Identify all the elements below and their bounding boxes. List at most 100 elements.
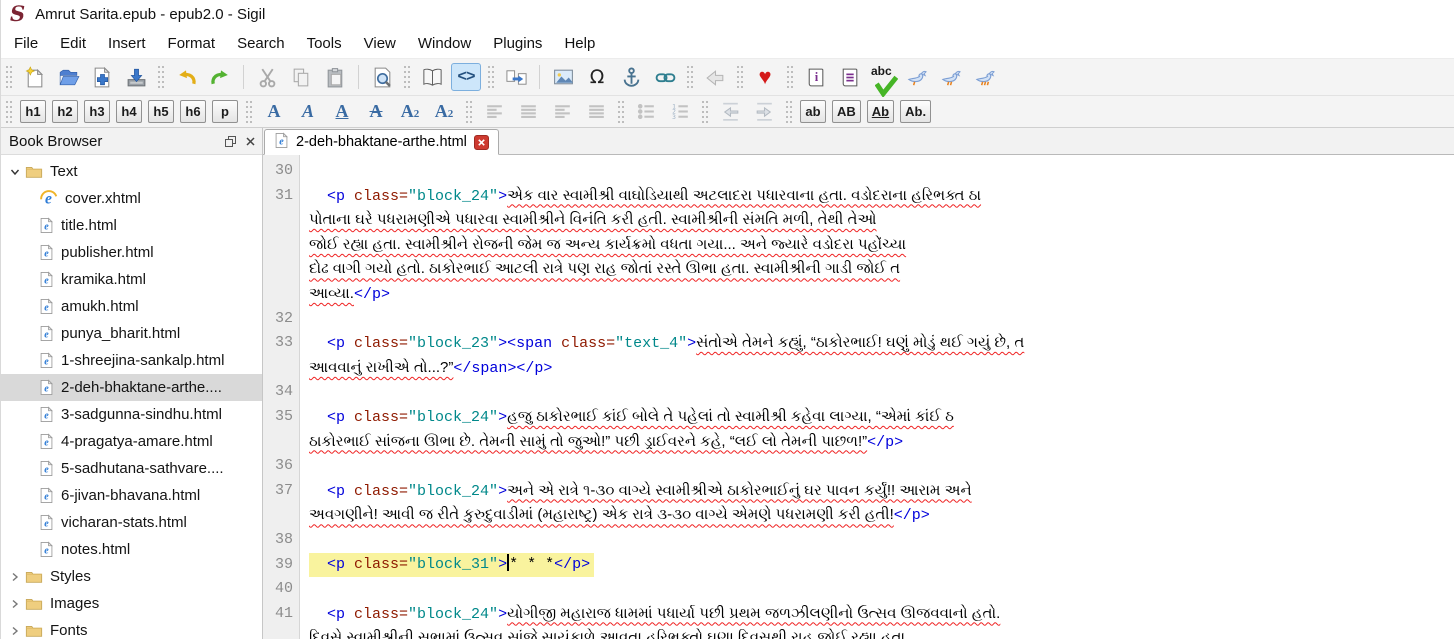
undo-icon[interactable] — [171, 63, 201, 91]
code-line-text[interactable]: જોઈ રહ્યા હતા. સ્વામીશ્રીને રોજની જેમ જ … — [300, 233, 906, 258]
tree-file-notes-html[interactable]: e notes.html — [1, 536, 262, 563]
code-line-text[interactable]: આવ્યા.</p> — [300, 282, 390, 307]
open-file-icon[interactable] — [53, 63, 83, 91]
window-title: Amrut Sarita.epub - epub2.0 - Sigil — [35, 5, 266, 23]
code-line-text[interactable] — [300, 454, 309, 479]
tab-2-deh-bhaktane-arthe[interactable]: e 2-deh-bhaktane-arthe.html — [264, 129, 499, 155]
tree-file-publisher-html[interactable]: e publisher.html — [1, 239, 262, 266]
heading-5-button[interactable]: h5 — [148, 100, 174, 123]
code-line-text[interactable]: <p class="block_24">હજુ ઠાકોરભાઈ કાંઈ બો… — [300, 405, 954, 430]
metadata-editor-icon[interactable]: i — [800, 63, 830, 91]
code-line-text[interactable]: <p class="block_31"> * * *</p> — [300, 552, 595, 578]
italic-icon[interactable]: A — [293, 98, 323, 126]
anchor-icon[interactable] — [616, 63, 646, 91]
underline-icon[interactable]: A — [327, 98, 357, 126]
code-view-icon[interactable]: <> — [451, 63, 481, 91]
float-panel-icon[interactable] — [224, 135, 237, 148]
tree-file-cover-xhtml[interactable]: e cover.xhtml — [1, 185, 262, 212]
menu-insert[interactable]: Insert — [97, 31, 157, 56]
code-line-text[interactable] — [300, 528, 309, 553]
code-line-text[interactable]: દોઢ વાગી ગયો હતો. ઠાકોરભાઈ આટલી રાત્રે પ… — [300, 257, 900, 282]
donate-icon[interactable]: ♥ — [750, 63, 780, 91]
chevron-right-icon[interactable] — [7, 572, 23, 582]
menu-file[interactable]: File — [3, 31, 49, 56]
code-line-text[interactable]: ઠાકોરભાઈ સાંજના ઊભા છે. તેમની સામું તો જ… — [300, 430, 903, 455]
add-existing-file-icon[interactable] — [87, 63, 117, 91]
tree-file-1-shreejina-sankalp-html[interactable]: e 1-shreejina-sankalp.html — [1, 347, 262, 374]
tree-file-4-pragatya-amare-html[interactable]: e 4-pragatya-amare.html — [1, 428, 262, 455]
chevron-right-icon[interactable] — [7, 599, 23, 609]
heading-4-button[interactable]: h4 — [116, 100, 142, 123]
tree-file-kramika-html[interactable]: e kramika.html — [1, 266, 262, 293]
superscript-icon[interactable]: A2 — [429, 98, 459, 126]
code-line-text[interactable] — [300, 577, 309, 602]
code-line-text[interactable]: <p class="block_24">યોગીજી મહારાજ ધામમાં… — [300, 602, 1000, 627]
tree-file-3-sadgunna-sindhu-html[interactable]: e 3-sadgunna-sindhu.html — [1, 401, 262, 428]
goose-check-3-icon[interactable] — [970, 63, 1000, 91]
chevron-down-icon[interactable] — [7, 167, 23, 177]
html-file-icon: e — [39, 325, 54, 342]
code-line-text[interactable]: <p class="block_24">એક વાર સ્વામીશ્રી વા… — [300, 184, 981, 209]
code-line-text[interactable]: <p class="block_23"><span class="text_4"… — [300, 331, 1024, 356]
uppercase-button[interactable]: AB — [832, 100, 861, 123]
subscript-icon[interactable]: A2 — [395, 98, 425, 126]
find-replace-icon[interactable] — [367, 63, 397, 91]
heading-6-button[interactable]: h6 — [180, 100, 206, 123]
code-line-text[interactable]: પોતાના ઘરે પધરામણીએ પધારવા સ્વામીશ્રીને … — [300, 208, 877, 233]
menu-help[interactable]: Help — [553, 31, 606, 56]
goose-check-1-icon[interactable] — [902, 63, 932, 91]
tree-file-amukh-html[interactable]: e amukh.html — [1, 293, 262, 320]
html-file-icon: e — [39, 406, 54, 423]
menu-search[interactable]: Search — [226, 31, 296, 56]
strikethrough-icon[interactable]: A — [361, 98, 391, 126]
code-segment: અવગણીને! આવી જ રીતે કુરુદુવાડીમાં (મહારા… — [309, 506, 894, 524]
menu-view[interactable]: View — [353, 31, 407, 56]
tree-file-5-sadhutana-sathvare[interactable]: e 5-sadhutana-sathvare.... — [1, 455, 262, 482]
code-line-text[interactable] — [300, 307, 309, 332]
close-tab-icon[interactable] — [473, 134, 489, 150]
insert-link-icon[interactable] — [650, 63, 680, 91]
table-of-contents-icon[interactable] — [834, 63, 864, 91]
html-file-icon: e — [39, 244, 54, 261]
tree-folder-images[interactable]: Images — [1, 590, 262, 617]
tree-folder-text[interactable]: Text — [1, 158, 262, 185]
new-file-icon[interactable] — [19, 63, 49, 91]
chevron-right-icon[interactable] — [7, 626, 23, 636]
code-line-text[interactable] — [300, 380, 309, 405]
menu-plugins[interactable]: Plugins — [482, 31, 553, 56]
tree-file-title-html[interactable]: e title.html — [1, 212, 262, 239]
tree-file-6-jivan-bhavana-html[interactable]: e 6-jivan-bhavana.html — [1, 482, 262, 509]
tree-file-2-deh-bhaktane-arthe[interactable]: e 2-deh-bhaktane-arthe.... — [1, 374, 262, 401]
tree-folder-styles[interactable]: Styles — [1, 563, 262, 590]
tree-file-vicharan-stats-html[interactable]: e vicharan-stats.html — [1, 509, 262, 536]
code-line-text[interactable] — [300, 159, 309, 184]
special-character-icon[interactable]: Ω — [582, 63, 612, 91]
spellcheck-icon[interactable]: abc — [868, 63, 898, 97]
heading-3-button[interactable]: h3 — [84, 100, 110, 123]
insert-image-icon[interactable] — [548, 63, 578, 91]
menu-format[interactable]: Format — [157, 31, 227, 56]
heading-2-button[interactable]: h2 — [52, 100, 78, 123]
tree-file-punya-bharit-html[interactable]: e punya_bharit.html — [1, 320, 262, 347]
redo-icon[interactable] — [205, 63, 235, 91]
tree-folder-fonts[interactable]: Fonts — [1, 617, 262, 639]
code-line-text[interactable]: દિવસે સ્વામીશ્રીની સભામાં ઉત્સવ સાંજે સા… — [300, 626, 905, 639]
bold-icon[interactable]: A — [259, 98, 289, 126]
code-line-text[interactable]: <p class="block_24">અને એ રાત્રે ૧-૩૦ વા… — [300, 479, 972, 504]
close-panel-icon[interactable] — [245, 136, 256, 147]
code-line-text[interactable]: આવવાનું રાખીએ તો...?”</span></p> — [300, 356, 552, 381]
code-line-text[interactable]: અવગણીને! આવી જ રીતે કુરુદુવાડીમાં (મહારા… — [300, 503, 930, 528]
split-section-icon[interactable] — [501, 63, 531, 91]
menu-tools[interactable]: Tools — [296, 31, 353, 56]
save-icon[interactable] — [121, 63, 151, 91]
titlecase-button[interactable]: Ab — [866, 100, 895, 123]
lowercase-button[interactable]: ab — [800, 100, 826, 123]
propercase-button[interactable]: Ab. — [900, 100, 932, 123]
goose-check-2-icon[interactable] — [936, 63, 966, 91]
menu-edit[interactable]: Edit — [49, 31, 97, 56]
heading-1-button[interactable]: h1 — [20, 100, 46, 123]
book-view-icon[interactable] — [417, 63, 447, 91]
paragraph-button[interactable]: p — [212, 100, 238, 123]
menu-window[interactable]: Window — [407, 31, 482, 56]
code-editor[interactable]: 30 31 <p class="block_24">એક વાર સ્વામીશ્… — [263, 155, 1454, 639]
